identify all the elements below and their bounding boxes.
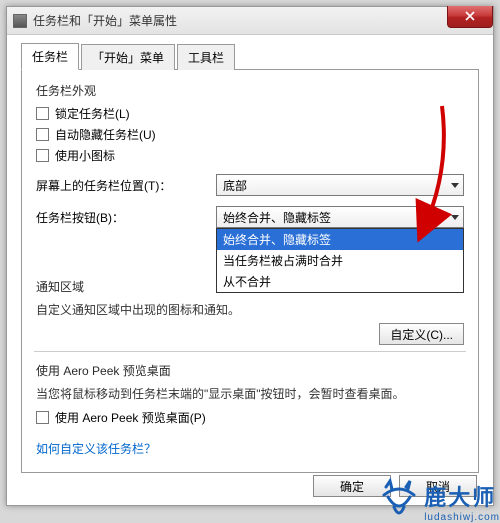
- lock-taskbar-checkbox[interactable]: [36, 107, 49, 120]
- button-label: 自定义(C)...: [390, 326, 453, 343]
- dropdown-item[interactable]: 从不合并: [217, 271, 463, 292]
- dropdown-item[interactable]: 当任务栏被占满时合并: [217, 250, 463, 271]
- appearance-heading: 任务栏外观: [36, 82, 464, 99]
- button-label: 确定: [340, 478, 364, 495]
- aero-peek-row: 使用 Aero Peek 预览桌面(P): [36, 409, 464, 426]
- tab-startmenu[interactable]: 「开始」菜单: [81, 44, 175, 70]
- buttons-row: 任务栏按钮(B)： 始终合并、隐藏标签 始终合并、隐藏标签 当任务栏被占满时合并…: [36, 206, 464, 228]
- tab-label: 任务栏: [32, 50, 68, 64]
- buttons-dropdown: 始终合并、隐藏标签 当任务栏被占满时合并 从不合并: [216, 228, 464, 293]
- aero-desc: 当您将鼠标移动到任务栏末端的"显示桌面"按钮时，会暂时查看桌面。: [36, 385, 464, 403]
- tab-taskbar[interactable]: 任务栏: [21, 43, 79, 70]
- autohide-row: 自动隐藏任务栏(U): [36, 126, 464, 143]
- chevron-down-icon: [451, 183, 459, 188]
- small-icons-checkbox[interactable]: [36, 149, 49, 162]
- dialog-window: 任务栏和「开始」菜单属性 任务栏 「开始」菜单 工具栏 任务栏外观 锁定任务栏(…: [6, 6, 494, 506]
- tab-label: 工具栏: [188, 51, 224, 65]
- small-icons-label: 使用小图标: [55, 147, 115, 164]
- dialog-buttons: 确定 取消: [313, 475, 477, 497]
- notify-desc: 自定义通知区域中出现的图标和通知。: [36, 301, 464, 319]
- titlebar: 任务栏和「开始」菜单属性: [7, 7, 493, 35]
- dropdown-item[interactable]: 始终合并、隐藏标签: [217, 229, 463, 250]
- watermark-url: ludashiwj.com: [424, 512, 500, 523]
- window-title: 任务栏和「开始」菜单属性: [33, 12, 177, 29]
- aero-heading: 使用 Aero Peek 预览桌面: [36, 362, 464, 379]
- separator: [34, 351, 466, 352]
- lock-taskbar-label: 锁定任务栏(L): [55, 105, 130, 122]
- position-row: 屏幕上的任务栏位置(T)： 底部: [36, 174, 464, 196]
- aero-peek-label: 使用 Aero Peek 预览桌面(P): [55, 409, 206, 426]
- cancel-button[interactable]: 取消: [399, 475, 477, 497]
- content-area: 任务栏 「开始」菜单 工具栏 任务栏外观 锁定任务栏(L) 自动隐藏任务栏(U)…: [7, 35, 493, 505]
- lock-taskbar-row: 锁定任务栏(L): [36, 105, 464, 122]
- aero-peek-checkbox[interactable]: [36, 411, 49, 424]
- position-label: 屏幕上的任务栏位置(T)：: [36, 177, 216, 194]
- close-button[interactable]: [447, 6, 493, 28]
- help-link[interactable]: 如何自定义该任务栏？: [36, 440, 156, 457]
- autohide-checkbox[interactable]: [36, 128, 49, 141]
- position-combo[interactable]: 底部: [216, 174, 464, 196]
- tab-label: 「开始」菜单: [92, 51, 164, 65]
- close-icon: [465, 10, 475, 24]
- buttons-value: 始终合并、隐藏标签: [223, 209, 331, 226]
- chevron-down-icon: [451, 215, 459, 220]
- autohide-label: 自动隐藏任务栏(U): [55, 126, 156, 143]
- customize-button[interactable]: 自定义(C)...: [379, 323, 464, 345]
- ok-button[interactable]: 确定: [313, 475, 391, 497]
- tabstrip: 任务栏 「开始」菜单 工具栏: [21, 43, 479, 70]
- tab-panel: 任务栏外观 锁定任务栏(L) 自动隐藏任务栏(U) 使用小图标 屏幕上的任务栏位…: [21, 69, 479, 473]
- customize-row: 自定义(C)...: [36, 323, 464, 345]
- buttons-label: 任务栏按钮(B)：: [36, 209, 216, 226]
- button-label: 取消: [426, 478, 450, 495]
- app-icon: [13, 14, 27, 28]
- tab-toolbars[interactable]: 工具栏: [177, 44, 235, 70]
- small-icons-row: 使用小图标: [36, 147, 464, 164]
- buttons-combo[interactable]: 始终合并、隐藏标签 始终合并、隐藏标签 当任务栏被占满时合并 从不合并: [216, 206, 464, 228]
- position-value: 底部: [223, 177, 247, 194]
